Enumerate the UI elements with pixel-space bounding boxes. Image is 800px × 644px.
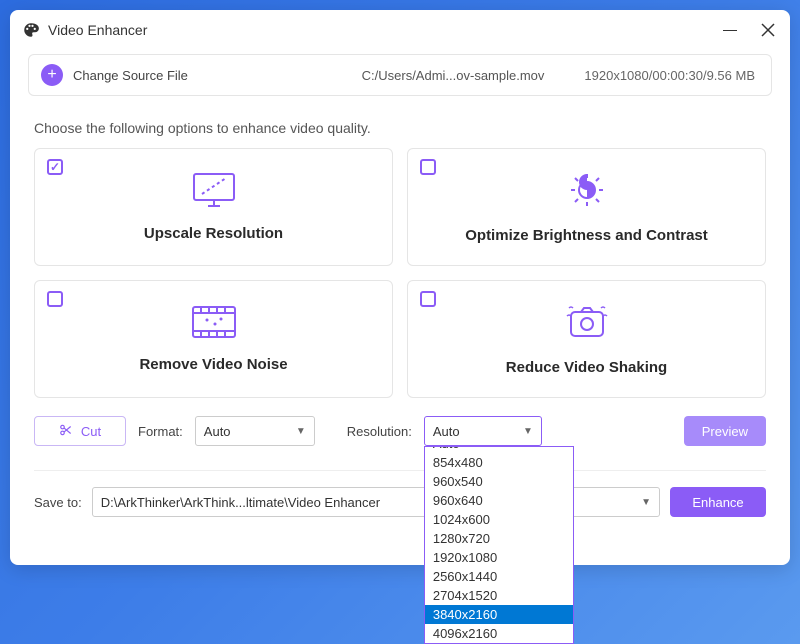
instruction-text: Choose the following options to enhance …	[34, 120, 766, 136]
source-bar: + Change Source File C:/Users/Admi...ov-…	[28, 54, 772, 96]
caret-down-icon: ▼	[641, 497, 651, 508]
format-value: Auto	[204, 424, 231, 439]
save-path-select[interactable]: D:\ArkThinker\ArkThink...ltimate\Video E…	[92, 487, 660, 517]
change-source-label[interactable]: Change Source File	[73, 68, 188, 83]
sun-icon	[565, 170, 609, 215]
controls-row: Cut Format: Auto ▼ Resolution: Auto ▼ Au…	[34, 416, 766, 446]
option-label: Upscale Resolution	[144, 225, 283, 242]
checkbox-icon[interactable]	[47, 291, 63, 307]
resolution-option[interactable]: 4096x2160	[425, 624, 573, 643]
caret-down-icon: ▼	[523, 426, 533, 437]
divider	[34, 470, 766, 471]
options-grid: Upscale Resolution Optimize Brightness a…	[34, 148, 766, 398]
format-select[interactable]: Auto ▼	[195, 416, 315, 446]
resolution-option[interactable]: 2704x1520	[425, 586, 573, 605]
plus-icon: +	[47, 67, 56, 83]
window-controls	[720, 20, 778, 40]
cut-button[interactable]: Cut	[34, 416, 126, 446]
format-label: Format:	[138, 424, 183, 439]
resolution-dropdown[interactable]: Auto854x480960x540960x6401024x6001280x72…	[424, 446, 574, 644]
enhance-button[interactable]: Enhance	[670, 487, 766, 517]
resolution-select-wrap: Auto ▼ Auto854x480960x540960x6401024x600…	[424, 416, 542, 446]
option-label: Optimize Brightness and Contrast	[465, 227, 708, 244]
option-label: Reduce Video Shaking	[506, 359, 667, 376]
add-source-button[interactable]: +	[41, 64, 63, 86]
option-upscale-resolution[interactable]: Upscale Resolution	[34, 148, 393, 266]
resolution-option[interactable]: 2560x1440	[425, 567, 573, 586]
save-to-label: Save to:	[34, 495, 82, 510]
checkbox-icon[interactable]	[420, 291, 436, 307]
resolution-option[interactable]: 1920x1080	[425, 548, 573, 567]
caret-down-icon: ▼	[296, 426, 306, 437]
resolution-option[interactable]: 1024x600	[425, 510, 573, 529]
close-button[interactable]	[758, 20, 778, 40]
option-label: Remove Video Noise	[139, 356, 287, 373]
option-remove-noise[interactable]: Remove Video Noise	[34, 280, 393, 398]
option-reduce-shaking[interactable]: Reduce Video Shaking	[407, 280, 766, 398]
app-window: Video Enhancer + Change Source File C:/U…	[10, 10, 790, 565]
camera-shake-icon	[563, 302, 611, 347]
option-brightness-contrast[interactable]: Optimize Brightness and Contrast	[407, 148, 766, 266]
resolution-option[interactable]: 1280x720	[425, 529, 573, 548]
film-icon	[191, 305, 237, 344]
titlebar: Video Enhancer	[10, 10, 790, 50]
checkbox-icon[interactable]	[420, 159, 436, 175]
minimize-button[interactable]	[720, 20, 740, 40]
resolution-value: Auto	[433, 424, 460, 439]
resolution-option[interactable]: 854x480	[425, 453, 573, 472]
app-title: Video Enhancer	[48, 22, 720, 38]
resolution-select[interactable]: Auto ▼	[424, 416, 542, 446]
resolution-label: Resolution:	[347, 424, 412, 439]
resolution-option[interactable]: 960x640	[425, 491, 573, 510]
scissors-icon	[59, 423, 73, 440]
resolution-option[interactable]: Auto	[425, 446, 573, 453]
save-path-value: D:\ArkThinker\ArkThink...ltimate\Video E…	[101, 495, 380, 510]
checkbox-checked-icon[interactable]	[47, 159, 63, 175]
source-info: 1920x1080/00:00:30/9.56 MB	[584, 68, 755, 83]
resolution-option[interactable]: 3840x2160	[425, 605, 573, 624]
cut-label: Cut	[81, 424, 101, 439]
palette-icon	[22, 21, 40, 39]
monitor-icon	[192, 172, 236, 213]
save-row: Save to: D:\ArkThinker\ArkThink...ltimat…	[34, 487, 766, 517]
preview-button[interactable]: Preview	[684, 416, 766, 446]
source-path: C:/Users/Admi...ov-sample.mov	[362, 68, 545, 83]
resolution-option[interactable]: 960x540	[425, 472, 573, 491]
